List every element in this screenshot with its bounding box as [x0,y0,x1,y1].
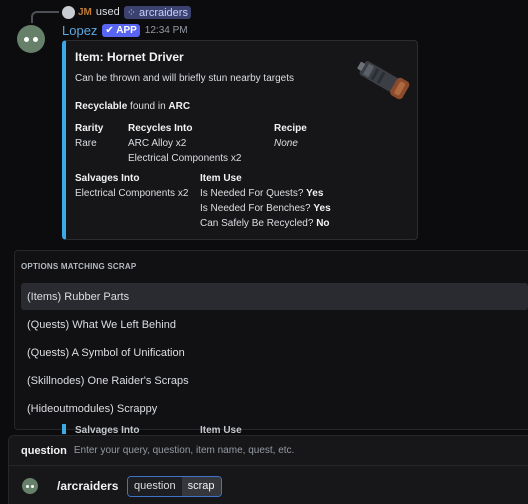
embed-description: Can be thrown and will briefly stun near… [75,73,295,84]
reply-used-text: used [95,6,120,18]
command-app-avatar [22,478,38,494]
replied-user-avatar[interactable] [62,5,75,19]
embed-title: Item: Hornet Driver [75,50,184,64]
bot-avatar[interactable] [17,25,45,53]
replied-user-initials[interactable]: JM [78,7,92,18]
username[interactable]: Lopez [62,23,97,38]
recyclable-line: Recyclable found in ARC [75,101,190,112]
command-option-chip[interactable]: question scrap [127,476,222,497]
autocomplete-options-panel: OPTIONS MATCHING SCRAP (Items) Rubber Pa… [14,250,528,430]
option-key[interactable]: question [128,477,182,496]
field-salvages-into: Salvages Into Electrical Components x2 [75,171,188,201]
item-use-line: Can Safely Be Recycled? No [200,218,330,229]
option-item[interactable]: (Items) Rubber Parts [21,283,528,310]
field-value: Electrical Components x2 [75,188,189,199]
reply-header[interactable]: JM used ⁘ arcraiders [62,4,191,20]
field-name: Rarity [75,123,104,134]
option-value[interactable]: scrap [181,477,221,496]
message-input-area: question Enter your query, question, ite… [8,435,528,504]
slash-command-icon: ⁘ [126,6,140,19]
field-rarity: Rarity Rare [75,121,103,151]
option-item[interactable]: (Quests) What We Left Behind [21,311,528,338]
field-name: Recycles Into [128,123,193,134]
found-in-text: found in [130,101,166,112]
field-value: None [274,138,298,149]
command-input-row[interactable]: /arcraiders question scrap [9,466,528,504]
avatar-eye-left [24,36,29,42]
message-header: Lopez ✔ APP 12:34 PM [62,23,188,38]
item-use-line: Is Needed For Benches? Yes [200,203,331,214]
option-item[interactable]: (Skillnodes) One Raider's Scraps [21,367,528,394]
found-in-value: ARC [168,101,191,112]
parameter-hint: question Enter your query, question, ite… [9,436,528,466]
item-use-line: Is Needed For Quests? Yes [200,188,324,199]
hornet-driver-item-icon[interactable] [355,55,415,105]
reply-command-name: arcraiders [139,6,188,19]
verified-check-icon: ✔ [105,25,114,36]
option-item[interactable]: (Hideoutmodules) Scrappy [21,395,528,422]
field-name: Salvages Into [75,173,140,184]
slash-command-name: /arcraiders [57,479,119,493]
recyclable-label: Recyclable [75,101,128,112]
embed-peek-accent [62,424,66,434]
reply-connector [31,11,59,23]
parameter-name: question [21,444,67,457]
reply-command-chip[interactable]: ⁘ arcraiders [123,5,191,19]
field-recipe: Recipe None [274,121,307,151]
field-name: Recipe [274,123,307,134]
field-value: Rare [75,138,97,149]
avatar-eye-left [26,484,29,488]
field-recycles-into: Recycles Into ARC Alloy x2 Electrical Co… [128,121,241,166]
field-item-use: Item Use Is Needed For Quests? Yes Is Ne… [200,171,331,231]
field-value: Electrical Components x2 [128,153,242,164]
avatar-eye-right [31,484,34,488]
message-timestamp[interactable]: 12:34 PM [145,25,188,36]
app-badge: ✔ APP [102,24,140,37]
field-name: Item Use [200,173,242,184]
option-item[interactable]: (Quests) A Symbol of Unification [21,339,528,366]
app-badge-label: APP [116,25,137,36]
item-embed: Item: Hornet Driver Can be thrown and wi… [62,40,418,240]
field-value: ARC Alloy x2 [128,138,187,149]
parameter-description: Enter your query, question, item name, q… [73,445,295,456]
avatar-eye-right [33,36,38,42]
options-header: OPTIONS MATCHING SCRAP [21,262,137,271]
